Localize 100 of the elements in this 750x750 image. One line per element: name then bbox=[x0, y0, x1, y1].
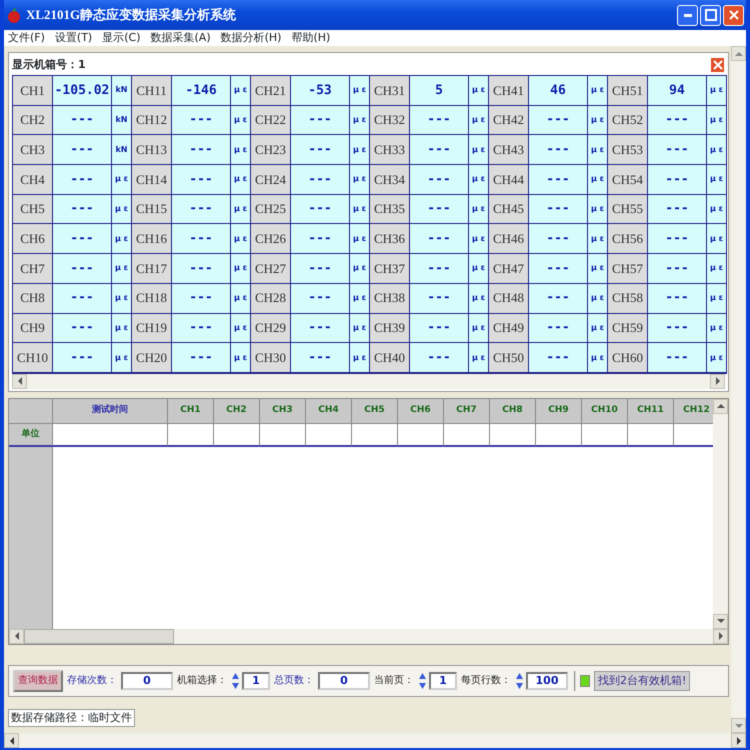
unit-label: kN bbox=[112, 106, 132, 136]
minimize-icon bbox=[684, 14, 692, 16]
channel-label: CH33 bbox=[370, 135, 410, 166]
channel-label: CH17 bbox=[132, 254, 172, 284]
channel-value: --- bbox=[291, 224, 350, 254]
unit-label: μ ε bbox=[112, 254, 132, 284]
channel-value: --- bbox=[291, 284, 350, 314]
maximize-button[interactable] bbox=[700, 4, 721, 26]
channel-value: --- bbox=[172, 224, 231, 254]
channel-label: CH43 bbox=[489, 135, 529, 166]
vertical-scrollbar[interactable] bbox=[713, 398, 728, 629]
number-field[interactable]: 1 bbox=[429, 672, 457, 690]
channel-value: --- bbox=[53, 224, 112, 254]
channel-value: --- bbox=[648, 224, 707, 254]
close-button[interactable] bbox=[710, 57, 725, 73]
unit-label: μ ε bbox=[469, 135, 489, 166]
query-button[interactable]: 查询数据 bbox=[13, 670, 63, 692]
minimize-button[interactable] bbox=[677, 4, 698, 26]
channel-value: --- bbox=[410, 135, 469, 166]
right-arrow-icon bbox=[736, 736, 742, 744]
right-arrow-icon bbox=[718, 632, 724, 640]
channel-label: CH49 bbox=[489, 314, 529, 344]
channel-label: CH3 bbox=[13, 135, 53, 166]
channel-value: --- bbox=[53, 194, 112, 224]
channel-label: CH37 bbox=[370, 254, 410, 284]
menu-item[interactable]: 数据分析(H) bbox=[220, 30, 282, 46]
menu-item[interactable]: 文件(F) bbox=[8, 30, 45, 46]
channel-label: CH26 bbox=[251, 224, 291, 254]
left-arrow-icon bbox=[16, 377, 22, 386]
menu-item[interactable]: 设置(T) bbox=[54, 30, 92, 46]
channel-value: --- bbox=[529, 194, 588, 224]
channel-label: CH47 bbox=[489, 254, 529, 284]
table-cell bbox=[260, 424, 306, 447]
unit-label: μ ε bbox=[350, 135, 370, 166]
channel-value: 94 bbox=[648, 76, 707, 106]
value-field[interactable]: 0 bbox=[318, 672, 370, 690]
horizontal-scrollbar[interactable] bbox=[4, 733, 746, 748]
unit-label: μ ε bbox=[707, 106, 727, 136]
unit-label: μ ε bbox=[112, 224, 132, 254]
unit-label: μ ε bbox=[707, 254, 727, 284]
spin-button[interactable] bbox=[515, 672, 524, 690]
spin-button[interactable] bbox=[231, 672, 240, 690]
column-header: CH12 bbox=[674, 398, 713, 424]
status-message: 找到2台有效机箱! bbox=[594, 670, 690, 692]
column-header: CH1 bbox=[168, 398, 214, 424]
channel-label: CH44 bbox=[489, 165, 529, 195]
channel-value: --- bbox=[53, 254, 112, 284]
scroll-thumb[interactable] bbox=[24, 628, 174, 644]
channel-value: --- bbox=[529, 135, 588, 166]
close-icon bbox=[728, 9, 740, 21]
channel-value: --- bbox=[410, 165, 469, 195]
channel-value: --- bbox=[172, 135, 231, 166]
unit-label: μ ε bbox=[469, 165, 489, 195]
unit-label: μ ε bbox=[588, 76, 608, 106]
channel-value: --- bbox=[291, 194, 350, 224]
channel-value: --- bbox=[291, 106, 350, 136]
channel-value: --- bbox=[53, 314, 112, 344]
horizontal-scrollbar[interactable] bbox=[9, 628, 728, 644]
down-arrow-icon bbox=[734, 722, 742, 728]
channel-label: CH41 bbox=[489, 76, 529, 106]
unit-label: μ ε bbox=[588, 224, 608, 254]
vertical-scrollbar[interactable] bbox=[731, 46, 746, 733]
unit-label: μ ε bbox=[707, 194, 727, 224]
channel-label: CH60 bbox=[608, 343, 648, 373]
unit-label: μ ε bbox=[588, 165, 608, 195]
unit-label: μ ε bbox=[350, 254, 370, 284]
table-cell bbox=[214, 424, 260, 447]
horizontal-scrollbar[interactable] bbox=[12, 374, 725, 389]
channel-label: CH21 bbox=[251, 76, 291, 106]
menu-item[interactable]: 数据采集(A) bbox=[150, 30, 211, 46]
unit-label: μ ε bbox=[707, 314, 727, 344]
menu-item[interactable]: 显示(C) bbox=[102, 30, 140, 46]
unit-label: μ ε bbox=[588, 194, 608, 224]
down-arrow-icon bbox=[716, 618, 724, 624]
left-arrow-icon bbox=[14, 632, 20, 640]
window-title: XL2101G静态应变数据采集分析系统 bbox=[26, 6, 238, 24]
unit-label: μ ε bbox=[350, 224, 370, 254]
channel-value: --- bbox=[172, 254, 231, 284]
value-field[interactable]: 0 bbox=[121, 672, 173, 690]
channel-label: CH31 bbox=[370, 76, 410, 106]
number-field[interactable]: 1 bbox=[242, 672, 270, 690]
spin-button[interactable] bbox=[418, 672, 427, 690]
unit-label: μ ε bbox=[350, 165, 370, 195]
menu-item[interactable]: 帮助(H) bbox=[291, 30, 330, 46]
unit-label: μ ε bbox=[231, 343, 251, 373]
channel-value: -105.02 bbox=[53, 76, 112, 106]
unit-label: μ ε bbox=[350, 284, 370, 314]
channel-value: --- bbox=[529, 224, 588, 254]
unit-label: μ ε bbox=[707, 343, 727, 373]
close-button[interactable] bbox=[723, 4, 744, 26]
unit-label: μ ε bbox=[350, 106, 370, 136]
unit-label: μ ε bbox=[588, 314, 608, 344]
channel-value: --- bbox=[410, 314, 469, 344]
column-header: CH5 bbox=[352, 398, 398, 424]
channel-value: --- bbox=[648, 314, 707, 344]
column-header: CH11 bbox=[628, 398, 674, 424]
channel-label: CH39 bbox=[370, 314, 410, 344]
column-header: CH3 bbox=[260, 398, 306, 424]
number-field[interactable]: 100 bbox=[526, 672, 568, 690]
channel-label: CH52 bbox=[608, 106, 648, 136]
